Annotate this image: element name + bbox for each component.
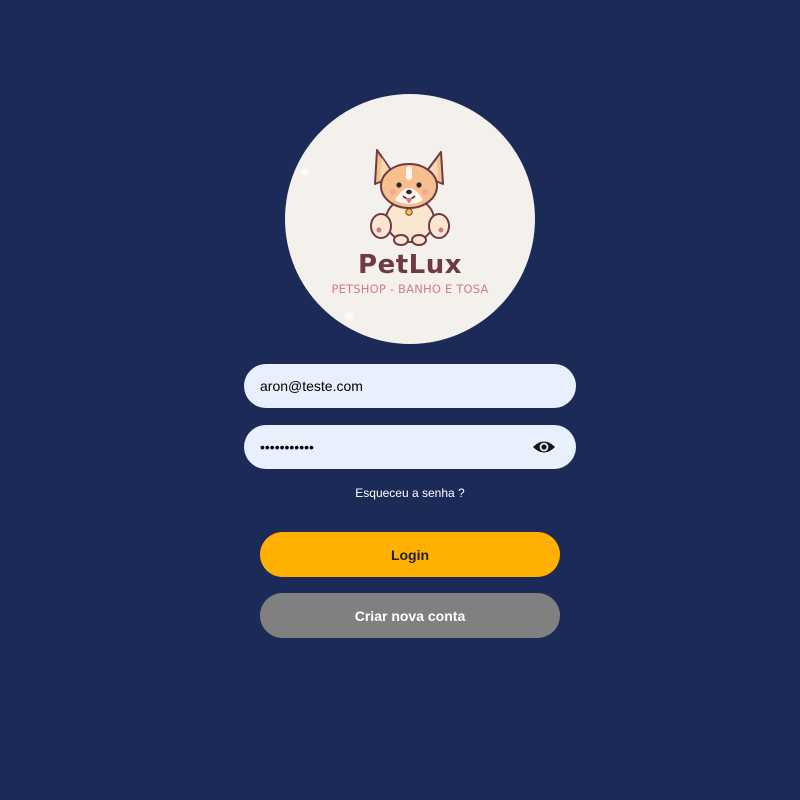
password-field[interactable] xyxy=(244,425,576,469)
email-field[interactable] xyxy=(244,364,576,408)
paw-print-icon: ❀ xyxy=(299,164,311,180)
login-button[interactable]: Login xyxy=(260,532,560,577)
brand-tagline: PETSHOP - BANHO E TOSA xyxy=(331,282,489,296)
create-account-button[interactable]: Criar nova conta xyxy=(260,593,560,638)
logo-badge: ❀ ❀ PetLux PETSHOP - BANHO E TOSA xyxy=(285,94,535,344)
brand-name: PetLux xyxy=(358,250,462,280)
forgot-password-link[interactable]: Esqueceu a senha ? xyxy=(244,486,576,500)
eye-icon[interactable] xyxy=(532,437,556,457)
corgi-mascot-icon xyxy=(370,149,450,246)
email-input[interactable] xyxy=(244,364,520,408)
paw-print-icon: ❀ xyxy=(343,308,355,324)
password-input[interactable] xyxy=(244,425,520,469)
